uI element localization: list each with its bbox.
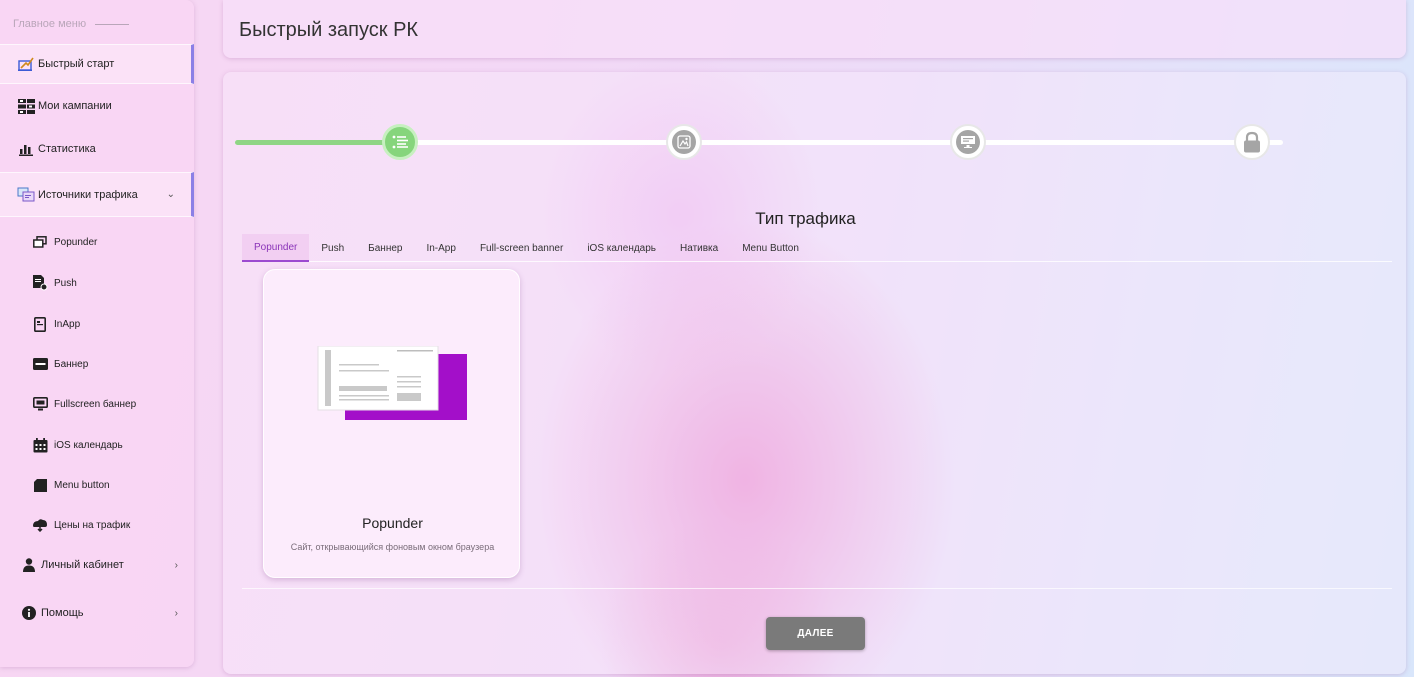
content-divider [242, 588, 1392, 589]
targeting-icon [956, 130, 980, 154]
sidebar-subitem-label: Popunder [54, 236, 98, 248]
sidebar-subitem-banner[interactable]: Баннер [0, 354, 194, 374]
sidebar-subitem-fullscreen-banner[interactable]: Fullscreen баннер [0, 394, 194, 414]
chevron-right-icon: › [174, 559, 178, 571]
lock-icon [1240, 130, 1264, 154]
sidebar-item-campaigns[interactable]: Мои кампании [0, 86, 194, 126]
fullscreen-banner-icon [32, 396, 48, 412]
traffic-sources-icon [17, 187, 35, 203]
stepper-progress [235, 140, 403, 145]
tab-fullscreen-banner[interactable]: Full-screen banner [468, 234, 575, 262]
next-button[interactable]: ДАЛЕЕ [766, 617, 865, 650]
menu-header: Главное меню [13, 18, 130, 30]
push-icon [32, 275, 48, 291]
menu-header-label: Главное меню [13, 18, 87, 30]
sidebar-item-statistics[interactable]: Статистика [0, 129, 194, 169]
main-panel: Тип трафика Popunder Push Баннер In-App … [223, 72, 1406, 674]
tab-push[interactable]: Push [309, 234, 356, 262]
sidebar-item-label: Источники трафика [38, 188, 138, 201]
traffic-prices-icon [32, 517, 48, 533]
info-icon [20, 605, 38, 621]
sidebar-subitem-popunder[interactable]: Popunder [0, 232, 194, 252]
step-1[interactable] [382, 124, 418, 160]
tab-menu-button[interactable]: Menu Button [730, 234, 811, 262]
sidebar-subitem-label: Fullscreen баннер [54, 398, 137, 410]
menu-header-divider [95, 23, 130, 25]
sidebar-item-label: Статистика [38, 143, 96, 155]
sidebar-item-label: Личный кабинет [41, 559, 124, 571]
calendar-icon [32, 437, 48, 453]
stats-icon [17, 141, 35, 157]
sidebar-item-account[interactable]: Личный кабинет › [0, 555, 194, 575]
step-2[interactable] [666, 124, 702, 160]
sidebar-subitem-label: Push [54, 277, 77, 289]
chevron-down-icon: ⌄ [166, 189, 175, 200]
tab-banner[interactable]: Баннер [356, 234, 414, 262]
sidebar-subitem-traffic-prices[interactable]: Цены на трафик [0, 515, 194, 535]
inapp-icon [32, 316, 48, 332]
sidebar-item-traffic-sources[interactable]: Источники трафика ⌄ [0, 172, 194, 217]
page-title: Быстрый запуск РК [239, 19, 419, 41]
sidebar: Главное меню Быстрый старт Мои кампании … [0, 0, 194, 667]
sidebar-subitem-label: Баннер [54, 358, 89, 370]
list-icon [388, 130, 412, 154]
creative-icon [672, 130, 696, 154]
page-header: Быстрый запуск РК [223, 0, 1406, 58]
sidebar-subitem-menu-button[interactable]: Menu button [0, 475, 194, 495]
sidebar-subitem-label: Цены на трафик [54, 519, 131, 531]
sidebar-item-label: Помощь [41, 607, 84, 619]
section-title: Тип трафика [755, 209, 856, 228]
quick-start-icon [17, 56, 35, 72]
step-3[interactable] [950, 124, 986, 160]
card-title: Popunder [362, 515, 423, 531]
campaigns-icon [17, 98, 35, 114]
sidebar-item-label: Мои кампании [38, 100, 112, 112]
card-description: Сайт, открывающийся фоновым окном браузе… [290, 542, 495, 552]
tab-native[interactable]: Нативка [668, 234, 730, 262]
tab-popunder[interactable]: Popunder [242, 234, 310, 262]
menu-button-icon [32, 477, 48, 493]
sidebar-item-help[interactable]: Помощь › [0, 603, 194, 623]
sidebar-subitem-push[interactable]: Push [0, 273, 194, 293]
chevron-right-icon: › [174, 607, 178, 619]
popunder-illustration-icon [317, 345, 467, 427]
sidebar-subitem-label: iOS календарь [54, 439, 123, 451]
banner-icon [32, 356, 48, 372]
sidebar-subitem-label: InApp [54, 318, 81, 330]
traffic-type-tabs: Popunder Push Баннер In-App Full-screen … [242, 234, 811, 262]
sidebar-subitem-inapp[interactable]: InApp [0, 314, 194, 334]
user-icon [20, 557, 38, 573]
tab-in-app[interactable]: In-App [414, 234, 467, 262]
tab-ios-calendar[interactable]: iOS календарь [575, 234, 668, 262]
section-title-wrap: Тип трафика [223, 209, 1406, 229]
sidebar-subitem-label: Menu button [54, 479, 110, 491]
step-4 [1234, 124, 1270, 160]
popunder-icon [32, 234, 48, 250]
sidebar-item-quick-start[interactable]: Быстрый старт [0, 44, 194, 84]
sidebar-item-label: Быстрый старт [38, 58, 115, 70]
sidebar-subitem-ios-calendar[interactable]: iOS календарь [0, 435, 194, 455]
popunder-card[interactable]: Popunder Сайт, открывающийся фоновым окн… [263, 269, 520, 578]
